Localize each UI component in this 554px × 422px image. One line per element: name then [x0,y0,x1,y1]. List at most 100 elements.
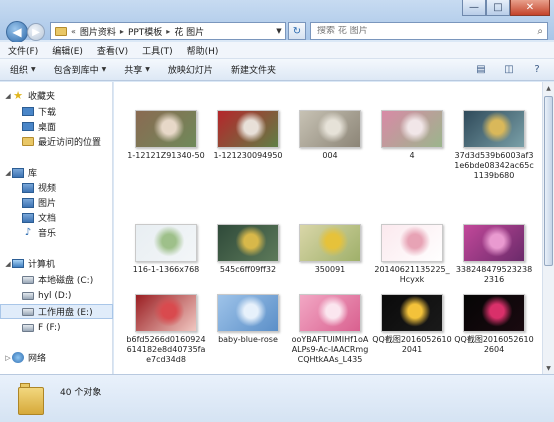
preview-pane-icon[interactable]: ◫ [502,62,516,76]
file-item[interactable]: baby-blue-rose [208,294,288,345]
breadcrumb-overflow[interactable]: « [71,27,76,36]
search-input[interactable] [317,26,517,36]
image-thumbnail[interactable] [463,110,525,148]
image-thumbnail[interactable] [463,294,525,332]
file-name[interactable]: 37d3d539b6003af31e6bde08342ac65c1139b680 [454,151,534,181]
file-name[interactable]: 545c6ff09ff32 [208,265,288,275]
chevron-down-icon[interactable]: ◢ [4,92,12,100]
image-thumbnail[interactable] [135,110,197,148]
sidebar-item-libraries[interactable]: ◢ 库 [0,165,113,180]
menu-file[interactable]: 文件(F) [6,43,40,58]
file-item[interactable]: QQ截图20160526102041 [372,294,452,355]
minimize-button[interactable]: — [462,0,486,16]
file-item[interactable]: 37d3d539b6003af31e6bde08342ac65c1139b680 [454,110,534,181]
menu-tools[interactable]: 工具(T) [140,43,175,58]
file-name[interactable]: 116-1-1366x768 [126,265,206,275]
sidebar-item-music[interactable]: ♪ 音乐 [0,225,113,240]
breadcrumb-item[interactable]: PPT模板 [128,25,162,38]
slideshow-button[interactable]: 放映幻灯片 [168,63,213,76]
image-thumbnail[interactable] [217,224,279,262]
scrollbar-thumb[interactable] [544,96,553,266]
scroll-up-icon[interactable]: ▲ [543,82,554,94]
file-name[interactable]: 1-12121Z91340-50 [126,151,206,161]
file-item[interactable]: 4 [372,110,452,161]
chevron-right-icon[interactable]: ▸ [166,27,170,36]
change-view-icon[interactable]: ▤ [474,62,488,76]
file-item[interactable]: 3382484795232382316 [454,224,534,285]
file-name[interactable]: b6fd5266d0160924614182e8d40735fae7cd34d8 [126,335,206,365]
file-name[interactable]: 350091 [290,265,370,275]
image-thumbnail[interactable] [135,294,197,332]
refresh-button[interactable]: ↻ [288,22,306,40]
menu-help[interactable]: 帮助(H) [185,43,221,58]
library-icon [12,167,24,178]
image-thumbnail[interactable] [299,294,361,332]
address-dropdown-button[interactable]: ▼ [273,23,285,39]
share-button[interactable]: 共享 ▼ [124,63,150,76]
image-thumbnail[interactable] [299,110,361,148]
breadcrumb-item[interactable]: 花 图片 [174,25,204,38]
sidebar-item-documents[interactable]: 文档 [0,210,113,225]
file-item[interactable]: 116-1-1366x768 [126,224,206,275]
sidebar-item-pictures[interactable]: 图片 [0,195,113,210]
image-thumbnail[interactable] [299,224,361,262]
image-thumbnail[interactable] [135,224,197,262]
image-thumbnail[interactable] [381,224,443,262]
file-name[interactable]: 3382484795232382316 [454,265,534,285]
chevron-right-icon[interactable]: ▸ [120,27,124,36]
chevron-down-icon[interactable]: ◢ [4,169,12,177]
sidebar-item-drive-f[interactable]: F (F:) [0,320,113,335]
menu-view[interactable]: 查看(V) [95,43,130,58]
sidebar-item-favorites[interactable]: ◢ ★ 收藏夹 [0,88,113,103]
file-name[interactable]: QQ截图20160526102604 [454,335,534,355]
file-name[interactable]: QQ截图20160526102041 [372,335,452,355]
new-folder-button[interactable]: 新建文件夹 [231,63,276,76]
image-thumbnail[interactable] [381,294,443,332]
image-thumbnail[interactable] [217,110,279,148]
file-name[interactable]: 1-121230094950 [208,151,288,161]
file-item[interactable]: 20140621135225_Hcyxk [372,224,452,285]
maximize-button[interactable]: □ [486,0,510,16]
file-name[interactable]: 004 [290,151,370,161]
chevron-down-icon[interactable]: ◢ [4,260,12,268]
sidebar-item-computer[interactable]: ◢ 计算机 [0,256,113,271]
file-item[interactable]: b6fd5266d0160924614182e8d40735fae7cd34d8 [126,294,206,365]
vertical-scrollbar[interactable]: ▲ ▼ [542,82,554,374]
file-name[interactable]: 4 [372,151,452,161]
breadcrumb-item[interactable]: 图片资料 [80,25,116,38]
sidebar-item-drive-d[interactable]: hyl (D:) [0,288,113,303]
file-name[interactable]: baby-blue-rose [208,335,288,345]
sidebar-item-downloads[interactable]: 下载 [0,104,113,119]
search-box[interactable]: ⌕ [310,22,548,40]
sidebar-item-recent[interactable]: 最近访问的位置 [0,134,113,149]
file-item[interactable]: 1-12121Z91340-50 [126,110,206,161]
sidebar-item-network[interactable]: ▷ 网络 [0,350,113,365]
organize-button[interactable]: 组织 ▼ [10,63,36,76]
sidebar-item-desktop[interactable]: 桌面 [0,119,113,134]
image-thumbnail[interactable] [217,294,279,332]
sidebar-item-videos[interactable]: 视频 [0,180,113,195]
image-thumbnail[interactable] [381,110,443,148]
scroll-down-icon[interactable]: ▼ [543,362,554,374]
help-icon[interactable]: ? [530,62,544,76]
back-button[interactable]: ◀ [6,21,28,43]
menu-edit[interactable]: 编辑(E) [50,43,85,58]
image-thumbnail[interactable] [463,224,525,262]
sidebar-item-drive-c[interactable]: 本地磁盘 (C:) [0,272,113,287]
file-name[interactable]: 20140621135225_Hcyxk [372,265,452,285]
file-name[interactable]: ooYBAFTUIMIHf1oAALPs9-Ac-IAACRmgCQHtkAAs… [290,335,370,365]
chevron-right-icon[interactable]: ▷ [4,354,12,362]
include-in-library-button[interactable]: 包含到库中 ▼ [54,63,107,76]
file-item[interactable]: 1-121230094950 [208,110,288,161]
file-item[interactable]: 350091 [290,224,370,275]
file-item[interactable]: ooYBAFTUIMIHf1oAALPs9-Ac-IAACRmgCQHtkAAs… [290,294,370,365]
sidebar-item-label: 下载 [38,108,57,118]
sidebar-item-drive-e[interactable]: 工作用盘 (E:) [0,304,113,319]
forward-button[interactable]: ▶ [27,23,45,41]
file-item[interactable]: 545c6ff09ff32 [208,224,288,275]
address-bar[interactable]: « 图片资料 ▸ PPT模板 ▸ 花 图片 ▼ [50,22,286,40]
file-item[interactable]: 004 [290,110,370,161]
close-button[interactable]: ✕ [510,0,550,16]
file-item[interactable]: QQ截图20160526102604 [454,294,534,355]
search-icon[interactable]: ⌕ [537,26,543,37]
